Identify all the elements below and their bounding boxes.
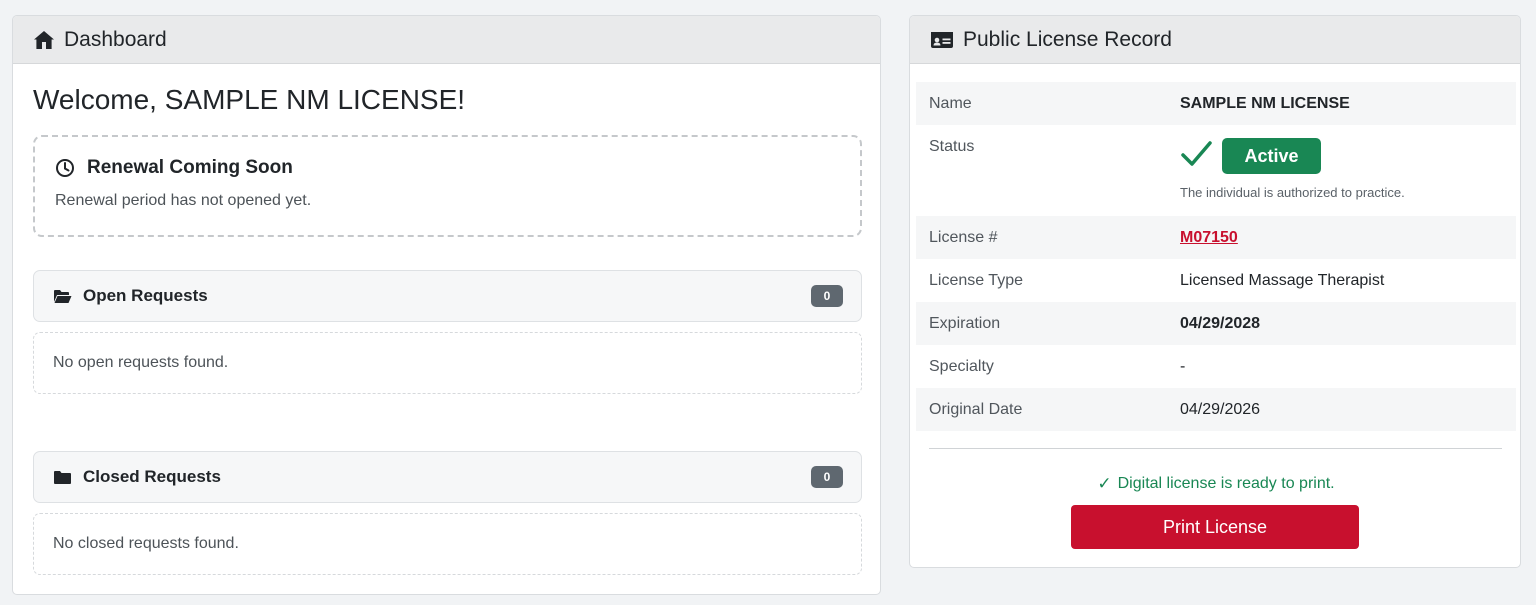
name-label: Name [929,94,972,112]
welcome-heading: Welcome, SAMPLE NM LICENSE! [33,84,466,115]
specialty-label: Specialty [929,357,994,375]
expiration-value: 04/29/2028 [1180,314,1261,332]
record-divider [929,448,1502,449]
expiration-label: Expiration [929,314,1001,332]
home-icon [34,30,54,49]
renewal-title: Renewal Coming Soon [87,157,293,178]
dashboard-header: Dashboard [13,16,880,64]
open-requests-count-badge: 0 [811,285,843,307]
id-card-icon [931,31,953,48]
renewal-text: Renewal period has not opened yet. [55,192,312,209]
license-record-title: Public License Record [963,27,1172,51]
original-date-value: 04/29/2026 [1180,400,1261,418]
license-record-header: Public License Record [910,16,1520,64]
status-line: Active [1180,138,1516,174]
checkmark-icon [1181,141,1212,166]
record-row-name: Name SAMPLE NM LICENSE [916,82,1516,125]
renewal-notice: Renewal Coming Soon Renewal period has n… [33,135,862,237]
license-type-label: License Type [929,271,1023,289]
print-license-button[interactable]: Print License [1071,505,1359,549]
record-row-expiration: Expiration 04/29/2028 [916,302,1516,345]
license-record-card: Public License Record Name SAMPLE NM LIC… [909,15,1521,568]
record-row-status: Status Active The individual is authoriz… [916,125,1516,216]
renewal-title-row: Renewal Coming Soon [55,157,860,179]
status-note: The individual is authorized to practice… [1180,185,1405,200]
license-type-value: Licensed Massage Therapist [1180,271,1385,289]
print-ready-text: Digital license is ready to print. [1117,475,1335,492]
record-row-license-number: License # M07150 [916,216,1516,259]
folder-icon [54,470,71,484]
closed-requests-empty: No closed requests found. [33,513,862,575]
license-number-label: License # [929,228,998,246]
open-requests-empty: No open requests found. [33,332,862,394]
license-number-link[interactable]: M07150 [1180,229,1238,246]
closed-requests-count-badge: 0 [811,466,843,488]
open-requests-header[interactable]: Open Requests 0 [33,270,862,322]
dashboard-title: Dashboard [64,27,167,51]
license-number-value-cell: M07150 [1180,229,1516,247]
clock-icon [56,159,74,177]
name-value: SAMPLE NM LICENSE [1180,94,1350,112]
folder-open-icon [54,289,72,303]
print-ready-status: ✓ Digital license is ready to print. [910,474,1520,494]
record-row-license-type: License Type Licensed Massage Therapist [916,259,1516,302]
record-row-original-date: Original Date 04/29/2026 [916,388,1516,431]
closed-requests-header[interactable]: Closed Requests 0 [33,451,862,503]
status-active-badge: Active [1222,138,1321,174]
closed-requests-title: Closed Requests [83,467,221,486]
license-record-table: Name SAMPLE NM LICENSE Status Active The… [916,82,1516,431]
record-row-specialty: Specialty - [916,345,1516,388]
status-label: Status [929,138,975,155]
specialty-value: - [1180,357,1186,375]
original-date-label: Original Date [929,400,1023,418]
small-check-icon: ✓ [1097,474,1112,493]
open-requests-title: Open Requests [83,286,208,305]
dashboard-card: Dashboard Welcome, SAMPLE NM LICENSE! Re… [12,15,881,595]
status-value-group: Active The individual is authorized to p… [1180,138,1516,200]
